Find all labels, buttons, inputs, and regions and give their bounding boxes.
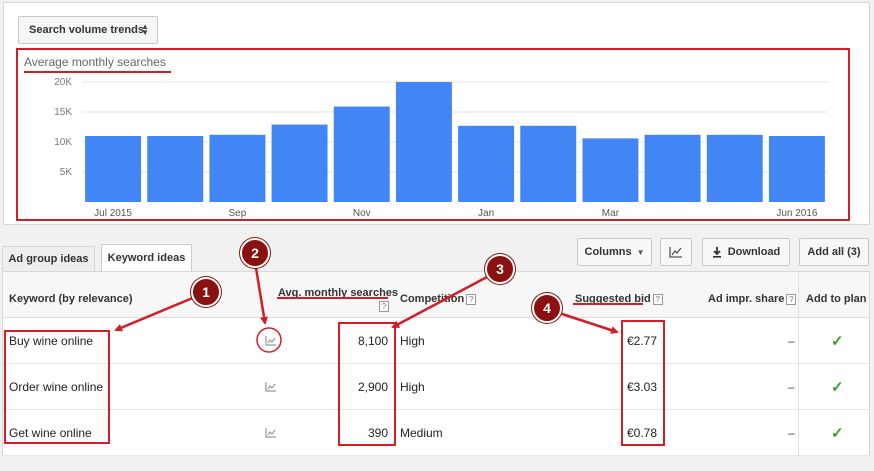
bar-jul-2015[interactable] [85, 136, 142, 202]
annotation-badge-2: 2 [240, 238, 270, 268]
x-tick-label: Jun 2016 [776, 208, 818, 219]
x-tick-label: Jul 2015 [94, 208, 132, 219]
keyword-planner-screen: Search volume trends ▲ ▼ 5K 10K 15K 20K Jul 2… [0, 0, 874, 471]
table-row[interactable]: Buy wine online 8,100 High €2.77 – ✓ [3, 318, 869, 364]
competition-cell: High [400, 334, 425, 348]
chevron-down-icon: ▼ [636, 247, 645, 257]
trend-chart-icon[interactable] [265, 364, 277, 410]
bar-mar[interactable] [582, 138, 639, 202]
impr-share-cell: – [788, 426, 795, 440]
bar-may[interactable] [706, 134, 763, 202]
bar-feb[interactable] [520, 125, 577, 202]
columns-button[interactable]: Columns ▼ [577, 238, 652, 266]
search-volume-trends-select[interactable]: Search volume trends ▲ ▼ [18, 16, 158, 44]
bar-jan[interactable] [458, 125, 515, 202]
table-row[interactable]: Order wine online 2,900 High €3.03 – ✓ [3, 364, 869, 410]
y-tick-label: 5K [60, 167, 73, 178]
trend-select-label: Search volume trends [29, 24, 144, 36]
x-tick-label: Mar [602, 208, 620, 219]
header-ad-impr-share[interactable]: Ad impr. share? [708, 293, 797, 305]
x-tick-label: Nov [353, 208, 371, 219]
y-tick-label: 20K [54, 77, 72, 88]
bar-sep[interactable] [209, 134, 266, 202]
keyword-cell[interactable]: Order wine online [9, 364, 103, 410]
competition-cell: High [400, 380, 425, 394]
download-button[interactable]: Download [702, 238, 790, 266]
table-header-row: Keyword (by relevance) Avg. monthly sear… [3, 272, 869, 318]
searches-cell: 2,900 [357, 380, 388, 394]
header-impr-label: Ad impr. share [708, 293, 785, 305]
bar-oct[interactable] [271, 124, 328, 202]
header-add-to-plan: Add to plan [806, 293, 867, 305]
trend-chart-icon[interactable] [265, 410, 277, 456]
impr-share-cell: – [788, 380, 795, 394]
annotation-badge-4: 4 [532, 293, 562, 323]
bar-dec[interactable] [395, 82, 452, 202]
competition-cell: Medium [400, 426, 443, 440]
avg-header-underline [277, 297, 388, 299]
y-tick-label: 15K [54, 107, 72, 118]
bar-jun-2016[interactable] [768, 136, 825, 202]
select-arrows-icon: ▲ ▼ [141, 22, 149, 37]
chart-title: Average monthly searches [24, 55, 166, 69]
check-icon[interactable]: ✓ [831, 364, 844, 410]
download-icon [712, 246, 721, 258]
trend-chart-icon[interactable] [265, 318, 277, 364]
bar-nov[interactable] [333, 106, 390, 202]
bid-cell: €0.78 [627, 426, 658, 440]
x-tick-label: Sep [229, 208, 247, 219]
bid-header-underline [573, 303, 643, 305]
download-label: Download [727, 246, 781, 258]
chart-icon [669, 247, 682, 258]
add-all-button[interactable]: Add all (3) [799, 238, 869, 266]
tab-ad-group-ideas[interactable]: Ad group ideas [2, 246, 95, 271]
searches-cell: 8,100 [357, 334, 388, 348]
search-volume-panel: Search volume trends ▲ ▼ 5K 10K 15K 20K Jul 2… [3, 2, 870, 225]
y-tick-label: 10K [54, 137, 72, 148]
chart-view-button[interactable] [660, 238, 692, 266]
bar-aug[interactable] [147, 136, 204, 202]
help-icon[interactable]: ? [379, 301, 389, 312]
header-competition[interactable]: Competition? [400, 293, 477, 305]
bid-cell: €2.77 [627, 334, 658, 348]
bar-chart: 5K 10K 15K 20K Jul 2015 Sep Nov Jan Mar Jun 2016 [54, 77, 828, 219]
columns-label: Columns [584, 246, 632, 258]
x-tick-label: Jan [478, 208, 494, 219]
check-icon[interactable]: ✓ [831, 410, 844, 456]
monthly-searches-chart: 5K 10K 15K 20K Jul 2015 Sep Nov Jan Mar Jun 2016 … [16, 48, 850, 221]
searches-cell: 390 [367, 426, 388, 440]
table-row[interactable]: Get wine online 390 Medium €0.78 – ✓ [3, 410, 869, 456]
help-icon[interactable]: ? [786, 293, 797, 305]
impr-share-cell: – [788, 334, 795, 348]
keyword-cell[interactable]: Buy wine online [9, 318, 93, 364]
help-icon[interactable]: ? [652, 293, 663, 305]
header-keyword[interactable]: Keyword (by relevance) [9, 293, 133, 305]
bar-apr[interactable] [644, 134, 701, 202]
tab-keyword-ideas[interactable]: Keyword ideas [101, 244, 192, 271]
keyword-cell[interactable]: Get wine online [9, 410, 92, 456]
annotation-badge-1: 1 [191, 277, 221, 307]
header-competition-label: Competition [400, 293, 465, 305]
title-annotation-underline [24, 71, 171, 73]
help-icon[interactable]: ? [466, 293, 477, 305]
bid-cell: €3.03 [627, 380, 658, 394]
check-icon[interactable]: ✓ [831, 318, 844, 364]
annotation-badge-3: 3 [485, 254, 515, 284]
keyword-table: Keyword (by relevance) Avg. monthly sear… [2, 271, 870, 456]
